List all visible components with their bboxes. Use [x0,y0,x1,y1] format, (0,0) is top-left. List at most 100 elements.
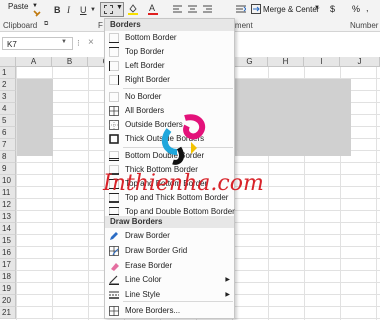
menu-item-draw-border-grid[interactable]: Draw Border Grid [105,244,234,258]
chevron-down-icon[interactable]: ▼ [314,5,320,11]
draw-grid-icon [109,246,119,256]
merge-center-button[interactable]: Merge & Center [263,5,319,14]
all-borders-icon [109,106,119,116]
font-color-icon[interactable]: A [148,3,158,15]
select-all-corner[interactable] [0,57,16,67]
fill-color-icon[interactable] [128,3,138,15]
cancel-icon[interactable]: × [88,37,94,48]
menu-item-no-border[interactable]: No Border [105,90,234,104]
menu-item-right-border[interactable]: Right Border [105,73,234,87]
row-header-6[interactable]: 6 [0,127,16,139]
currency-button[interactable]: $ [330,4,335,14]
row-header-11[interactable]: 11 [0,187,16,199]
row-header-8[interactable]: 8 [0,151,16,163]
row-header-5[interactable]: 5 [0,115,16,127]
bottom-border-icon [109,33,119,43]
dialog-launcher-icon[interactable]: ⧉ [44,21,48,28]
menu-item-more-borders[interactable]: More Borders... [105,304,234,318]
thick-outside-borders-icon [109,134,119,144]
right-border-icon [109,75,119,85]
chevron-down-icon[interactable]: ▼ [61,39,67,45]
row-header-20[interactable]: 20 [0,295,16,307]
menu-item-label: More Borders... [125,306,181,315]
menu-separator [123,301,233,302]
merge-center-icon[interactable] [251,4,261,14]
row-header-7[interactable]: 7 [0,139,16,151]
column-header-b[interactable]: B [52,57,88,67]
row-header-3[interactable]: 3 [0,91,16,103]
column-header-i[interactable]: I [304,57,340,67]
watermark-text: Inthienha.com [103,171,264,196]
row-header-15[interactable]: 15 [0,235,16,247]
submenu-arrow-icon: ▶ [225,277,230,283]
row-header-14[interactable]: 14 [0,223,16,235]
submenu-arrow-icon: ▶ [225,292,230,298]
menu-item-left-border[interactable]: Left Border [105,59,234,73]
row-header-1[interactable]: 1 [0,67,16,79]
align-center-icon[interactable] [188,5,197,13]
row-header-13[interactable]: 13 [0,211,16,223]
menu-item-label: Draw Border Grid [125,246,188,255]
column-header-j[interactable]: J [340,57,380,67]
no-border-icon [109,92,119,102]
bold-button[interactable]: B [54,4,61,16]
row-header-18[interactable]: 18 [0,271,16,283]
underline-dropdown-icon[interactable]: ▼ [90,4,96,16]
align-right-icon[interactable] [203,5,212,13]
borders-menu-header: Borders [105,19,234,31]
pencil-icon [110,232,118,240]
row-header-17[interactable]: 17 [0,259,16,271]
number-group-label: Number [350,21,379,30]
row-header-21[interactable]: 21 [0,307,16,319]
menu-item-label: Top and Double Bottom Border [125,207,235,216]
name-box[interactable]: K7 ▼ [2,37,73,50]
menu-item-label: Right Border [125,75,170,84]
align-left-icon[interactable] [173,5,182,13]
comma-button[interactable]: , [366,3,369,13]
eraser-icon [111,263,119,271]
menu-item-label: Line Color [125,275,162,284]
menu-item-label: Draw Border [125,231,170,240]
row-header-9[interactable]: 9 [0,163,16,175]
row-header-12[interactable]: 12 [0,199,16,211]
line-color-icon [109,275,119,285]
row-header-16[interactable]: 16 [0,247,16,259]
row-header-10[interactable]: 10 [0,175,16,187]
borders-button[interactable]: ▼ [100,2,124,17]
menu-item-top-border[interactable]: Top Border [105,45,234,59]
percent-button[interactable]: % [352,4,360,14]
bottom-double-border-icon [109,151,119,161]
more-borders-icon [109,306,119,316]
menu-item-label: Left Border [125,61,165,70]
menu-item-label: No Border [125,92,162,101]
menu-item-draw-border[interactable]: Draw Border [105,229,234,243]
name-box-value: K7 [7,40,17,49]
borders-icon [104,5,113,14]
row-header-19[interactable]: 19 [0,283,16,295]
row-header-2[interactable]: 2 [0,79,16,91]
column-header-h[interactable]: H [268,57,304,67]
paste-button[interactable]: Paste ▼ [5,1,38,21]
left-border-icon [109,61,119,71]
font-group-label: F [98,21,103,30]
menu-item-line-style[interactable]: Line Style ▶ [105,288,234,302]
row-header-4[interactable]: 4 [0,103,16,115]
menu-item-label: Line Style [125,290,161,299]
menu-item-label: Erase Border [125,261,173,270]
wrap-text-icon[interactable] [236,4,246,14]
menu-item-label: Top Border [125,47,165,56]
top-border-icon [109,47,119,57]
paste-label: Paste [8,2,29,11]
selected-range-a[interactable] [17,79,53,156]
draw-borders-header: Draw Borders [105,216,234,228]
column-header-a[interactable]: A [16,57,52,67]
italic-button[interactable]: I [67,4,70,16]
menu-item-erase-border[interactable]: Erase Border [105,259,234,273]
chevron-down-icon: ▼ [32,3,38,9]
format-painter-icon[interactable] [33,10,41,18]
menu-item-line-color[interactable]: Line Color ▶ [105,273,234,287]
column-header-g[interactable]: G [232,57,268,67]
underline-button[interactable]: U [80,4,87,16]
watermark-logo [161,114,206,165]
menu-item-bottom-border[interactable]: Bottom Border [105,31,234,45]
